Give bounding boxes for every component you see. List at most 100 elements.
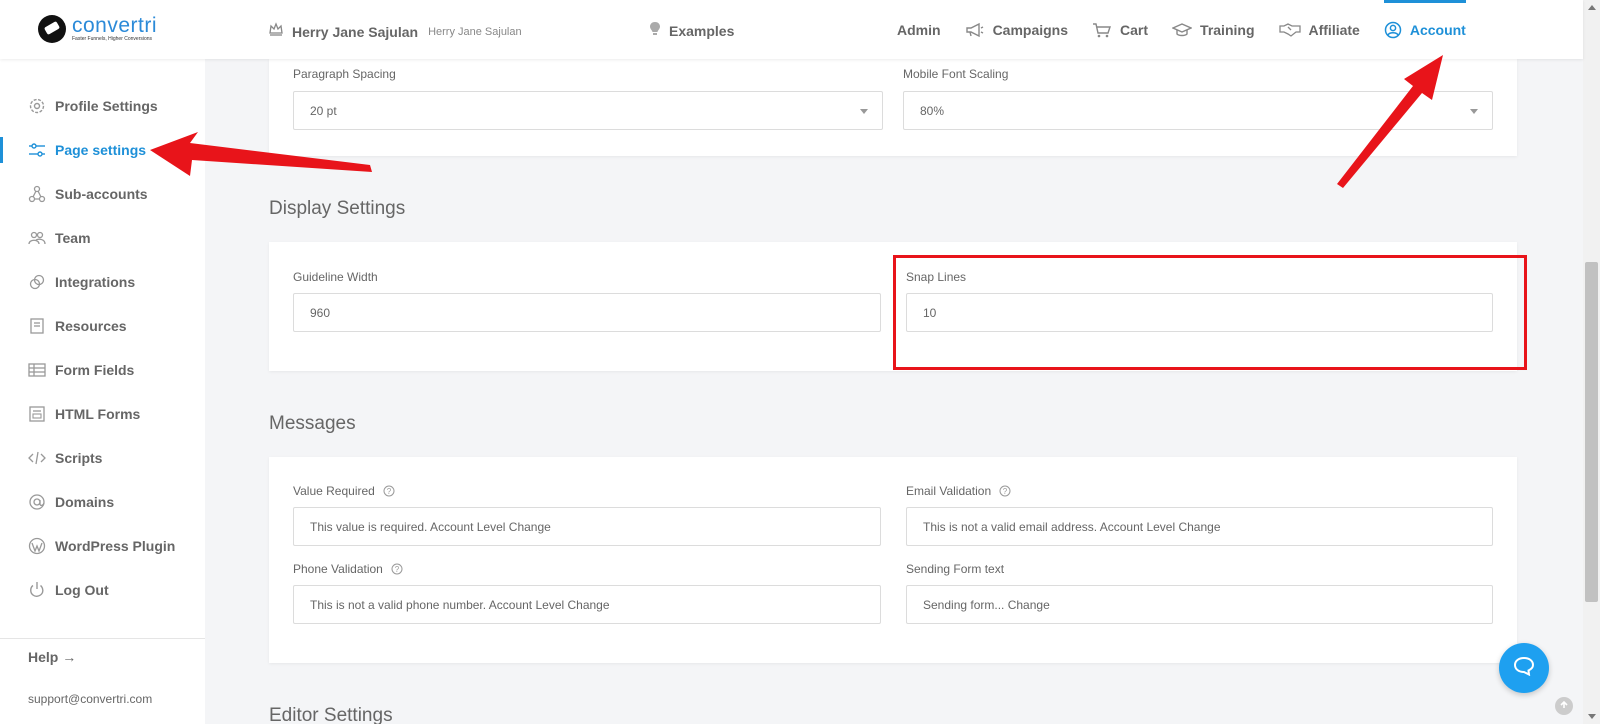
user-sub-name: Herry Jane Sajulan (428, 25, 522, 38)
sidebar-item-label: Form Fields (55, 362, 135, 378)
power-icon (28, 581, 46, 599)
examples-label: Examples (669, 22, 735, 39)
user-name: Herry Jane Sajulan (292, 23, 419, 40)
sidebar-item-label: WordPress Plugin (55, 538, 176, 554)
paragraph-spacing-label: Paragraph Spacing (293, 67, 396, 81)
page-scrollbar[interactable] (1583, 0, 1600, 724)
sending-form-input[interactable]: Sending form... Change (906, 585, 1493, 624)
sending-form-value: Sending form... Change (923, 597, 1050, 612)
phone-validation-input[interactable]: This is not a valid phone number. Accoun… (293, 585, 881, 624)
messages-title: Messages (269, 413, 356, 434)
sidebar-item-page-settings[interactable]: Page settings (0, 135, 205, 165)
sending-form-label: Sending Form text (906, 562, 1005, 576)
svg-text:?: ? (395, 565, 400, 574)
wordpress-icon (28, 537, 46, 555)
nav-campaigns[interactable]: Campaigns (965, 0, 1068, 59)
nav-affiliate-label: Affiliate (1308, 21, 1360, 38)
user-circle-icon (1384, 21, 1402, 39)
nav-cart-label: Cart (1120, 21, 1149, 38)
messages-card (269, 457, 1517, 663)
crown-icon (268, 21, 284, 42)
snap-lines-highlight-box (893, 255, 1527, 370)
logo-tagline: Faster Funnels, Higher Conversions (72, 36, 153, 42)
network-icon (28, 185, 46, 203)
guideline-width-value: 960 (310, 305, 331, 320)
email-validation-input[interactable]: This is not a valid email address. Accou… (906, 507, 1493, 546)
guideline-width-label: Guideline Width (293, 270, 378, 284)
link-icon (28, 273, 46, 291)
scroll-top-button[interactable] (1555, 697, 1573, 715)
phone-validation-label-text: Phone Validation (293, 562, 383, 576)
convertri-logo[interactable]: convertri Faster Funnels, Higher Convers… (38, 15, 157, 43)
book-icon (28, 317, 46, 335)
nav-campaigns-label: Campaigns (992, 21, 1069, 38)
scroll-down-arrow-icon[interactable] (1588, 714, 1596, 719)
code-icon (28, 449, 46, 467)
email-validation-label: Email Validation ? (906, 484, 1011, 498)
sidebar-item-label: Page settings (55, 142, 147, 158)
sidebar-item-sub-accounts[interactable]: Sub-accounts (0, 179, 205, 209)
nav-admin[interactable]: Admin (897, 0, 941, 59)
sidebar-item-html-forms[interactable]: HTML Forms (0, 399, 205, 429)
support-email[interactable]: support@convertri.com (28, 692, 152, 706)
svg-text:?: ? (1003, 487, 1008, 496)
sidebar-item-profile-settings[interactable]: Profile Settings (0, 91, 205, 121)
question-circle-icon[interactable]: ? (999, 485, 1011, 497)
sidebar-item-form-fields[interactable]: Form Fields (0, 355, 205, 385)
lightbulb-icon (649, 21, 661, 40)
help-link[interactable]: Help → (28, 649, 76, 665)
nav-account-label: Account (1409, 21, 1466, 38)
chat-bubble-icon (1513, 656, 1535, 681)
scrollbar-thumb[interactable] (1585, 262, 1598, 602)
mobile-font-scaling-select[interactable]: 80% (903, 91, 1493, 130)
graduation-cap-icon (1172, 22, 1193, 38)
gear-icon (28, 97, 46, 115)
nav-training[interactable]: Training (1172, 0, 1255, 59)
sidebar-item-label: Resources (55, 318, 127, 334)
email-validation-value: This is not a valid email address. Accou… (923, 519, 1221, 534)
email-validation-label-text: Email Validation (906, 484, 992, 498)
sidebar-item-wordpress-plugin[interactable]: WordPress Plugin (0, 531, 205, 561)
user-menu[interactable]: Herry Jane Sajulan Herry Jane Sajulan (268, 21, 522, 42)
value-required-value: This value is required. Account Level Ch… (310, 519, 551, 534)
nav-cart[interactable]: Cart (1092, 0, 1148, 59)
logo-name: convertri (72, 14, 158, 37)
team-icon (28, 229, 46, 247)
sidebar-item-integrations[interactable]: Integrations (0, 267, 205, 297)
nav-training-label: Training (1200, 21, 1255, 38)
top-bar: convertri Faster Funnels, Higher Convers… (0, 0, 1583, 59)
phone-validation-value: This is not a valid phone number. Accoun… (310, 597, 610, 612)
nav-affiliate[interactable]: Affiliate (1278, 0, 1360, 59)
scroll-up-arrow-icon[interactable] (1588, 5, 1596, 10)
chat-button[interactable] (1499, 643, 1549, 693)
paragraph-spacing-value: 20 pt (310, 103, 337, 118)
sidebar-item-log-out[interactable]: Log Out (0, 575, 205, 605)
phone-validation-label: Phone Validation ? (293, 562, 403, 576)
sidebar-item-resources[interactable]: Resources (0, 311, 205, 341)
nav-account[interactable]: Account (1383, 0, 1466, 59)
handshake-icon (1278, 22, 1301, 38)
editor-settings-title: Editor Settings (269, 705, 393, 724)
table-icon (28, 361, 46, 379)
guideline-width-input[interactable]: 960 (293, 293, 881, 332)
paragraph-spacing-select[interactable]: 20 pt (293, 91, 883, 130)
sidebar-item-label: Profile Settings (55, 98, 158, 114)
logo-mark-icon (38, 15, 66, 43)
svg-text:?: ? (387, 487, 392, 496)
sidebar: Profile Settings Page settings Sub-accou… (0, 59, 205, 724)
examples-link[interactable]: Examples (649, 21, 734, 40)
sidebar-item-label: Scripts (55, 450, 103, 466)
value-required-label: Value Required ? (293, 484, 395, 498)
sidebar-divider (0, 638, 205, 639)
sidebar-item-scripts[interactable]: Scripts (0, 443, 205, 473)
form-icon (28, 405, 46, 423)
sidebar-item-team[interactable]: Team (0, 223, 205, 253)
sidebar-item-domains[interactable]: Domains (0, 487, 205, 517)
value-required-input[interactable]: This value is required. Account Level Ch… (293, 507, 881, 546)
sidebar-item-label: Domains (55, 494, 115, 510)
sliders-icon (28, 141, 46, 159)
sidebar-item-label: Log Out (55, 582, 109, 598)
sidebar-item-label: HTML Forms (55, 406, 141, 422)
question-circle-icon[interactable]: ? (383, 485, 395, 497)
question-circle-icon[interactable]: ? (391, 563, 403, 575)
